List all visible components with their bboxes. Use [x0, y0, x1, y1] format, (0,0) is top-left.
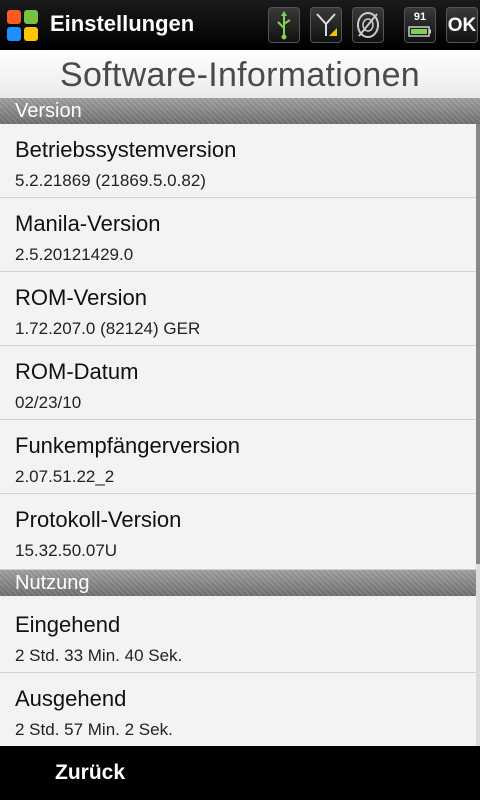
page-header: Software-Informationen	[0, 50, 480, 100]
item-value: 02/23/10	[15, 393, 82, 412]
item-value: 2.5.20121429.0	[15, 245, 134, 264]
item-value: 15.32.50.07U	[15, 541, 118, 560]
list-item[interactable]: Ausgehend 2 Std. 57 Min. 2 Sek.	[0, 673, 476, 747]
item-label: Protokoll-Version	[15, 507, 182, 532]
item-value: 5.2.21869 (21869.5.0.82)	[15, 171, 206, 190]
item-label: Betriebssystemversion	[15, 137, 237, 162]
scrollbar[interactable]	[476, 124, 480, 746]
page-title: Software-Informationen	[60, 56, 420, 94]
list-item[interactable]: Manila-Version 2.5.20121429.0	[0, 198, 476, 272]
status-bar: Einstellungen 91 OK	[0, 0, 480, 50]
item-label: Funkempfängerversion	[15, 433, 241, 458]
item-value: 1.72.207.0 (82124) GER	[15, 319, 201, 338]
ok-button[interactable]: OK	[446, 7, 478, 43]
speaker-icon[interactable]	[352, 7, 384, 43]
item-value: 2 Std. 33 Min. 40 Sek.	[15, 646, 183, 665]
list-item[interactable]: Funkempfängerversion 2.07.51.22_2	[0, 420, 476, 494]
ok-label: OK	[447, 15, 477, 36]
section-header-usage: Nutzung	[0, 570, 480, 596]
item-label: ROM-Version	[15, 285, 148, 310]
item-value: 2 Std. 57 Min. 2 Sek.	[15, 720, 173, 739]
signal-icon[interactable]	[310, 7, 342, 43]
item-label: ROM-Datum	[15, 359, 139, 384]
scrollbar-thumb[interactable]	[476, 124, 480, 564]
list-item[interactable]: Protokoll-Version 15.32.50.07U	[0, 494, 476, 570]
back-button[interactable]: Zurück	[55, 761, 125, 785]
usb-icon[interactable]	[268, 7, 300, 43]
section-title: Version	[15, 100, 82, 122]
app-title: Einstellungen	[50, 11, 195, 36]
section-title: Nutzung	[15, 572, 90, 594]
battery-icon[interactable]: 91	[404, 7, 436, 43]
bottom-bar: Zurück	[0, 746, 480, 800]
section-header-version: Version	[0, 98, 480, 124]
item-label: Manila-Version	[15, 211, 161, 236]
list-item[interactable]: Betriebssystemversion 5.2.21869 (21869.5…	[0, 124, 476, 198]
item-label: Eingehend	[15, 612, 121, 637]
list-item[interactable]: Eingehend 2 Std. 33 Min. 40 Sek.	[0, 599, 476, 673]
list-item[interactable]: ROM-Datum 02/23/10	[0, 346, 476, 420]
item-label: Ausgehend	[15, 686, 127, 711]
windows-start-icon[interactable]	[7, 10, 39, 42]
item-value: 2.07.51.22_2	[15, 467, 115, 486]
list-item[interactable]: ROM-Version 1.72.207.0 (82124) GER	[0, 272, 476, 346]
